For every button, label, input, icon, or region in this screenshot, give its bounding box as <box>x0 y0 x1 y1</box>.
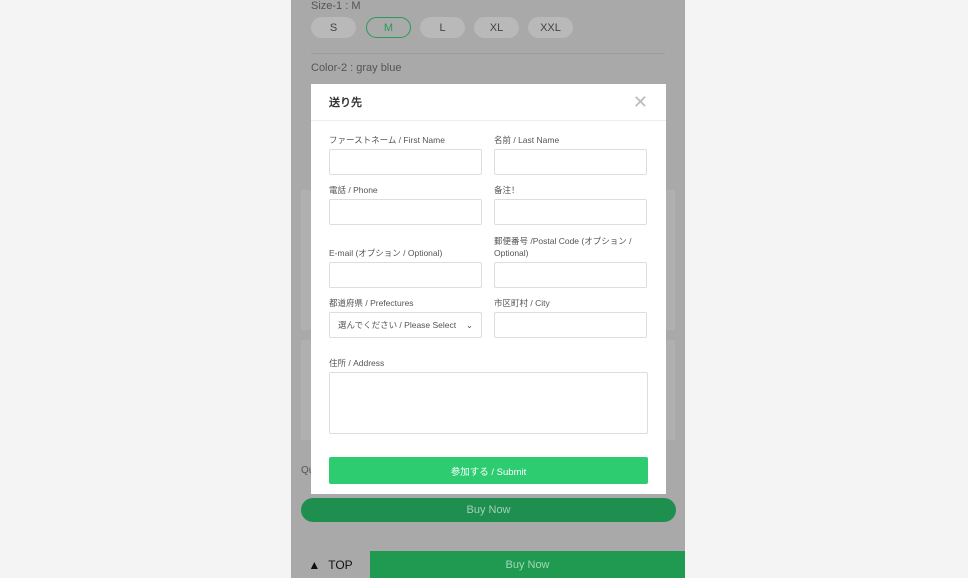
last-name-label: 名前 / Last Name <box>494 135 560 145</box>
note-input[interactable] <box>494 199 647 225</box>
postal-input[interactable] <box>494 262 647 288</box>
first-name-input[interactable] <box>329 149 482 175</box>
size-xl[interactable]: XL <box>474 17 519 38</box>
modal-title: 送り先 <box>329 97 362 109</box>
email-input[interactable] <box>329 262 482 288</box>
size-l[interactable]: L <box>420 17 465 38</box>
size-xxl[interactable]: XXL <box>528 17 573 38</box>
postal-label: 郵便番号 /Postal Code (オプション / Optional) <box>494 236 632 258</box>
prefecture-value: 選んでください / Please Select <box>338 320 457 330</box>
phone-input[interactable] <box>329 199 482 225</box>
triangle-up-icon: ▲ <box>308 557 321 572</box>
size-m[interactable]: M <box>366 17 411 38</box>
color-label: Color-2 : gray blue <box>311 62 402 74</box>
first-name-label: ファーストネーム / First Name <box>329 135 445 145</box>
note-label: 备注！ <box>494 185 520 195</box>
chevron-down-icon: ⌄ <box>465 319 473 330</box>
top-label: TOP <box>328 557 353 572</box>
prefecture-select[interactable]: 選んでください / Please Select ⌄ <box>329 312 482 338</box>
bottom-bar: ▲ TOP Buy Now <box>291 551 685 578</box>
submit-button[interactable]: 参加する / Submit <box>329 457 648 484</box>
close-icon[interactable]: ✕ <box>633 93 648 111</box>
size-s[interactable]: S <box>311 17 356 38</box>
modal-header: 送り先 ✕ <box>311 84 666 121</box>
phone-label: 電話 / Phone <box>329 185 378 195</box>
address-label: 住所 / Address <box>329 358 385 368</box>
bottom-buy-now-button[interactable]: Buy Now <box>370 551 685 578</box>
shipping-modal: 送り先 ✕ ファーストネーム / First Name 名前 / Last Na… <box>311 84 666 494</box>
last-name-input[interactable] <box>494 149 647 175</box>
divider <box>311 53 665 54</box>
prefecture-label: 都道府県 / Prefectures <box>329 298 414 308</box>
email-label: E-mail (オプション / Optional) <box>329 248 443 258</box>
buy-now-button[interactable]: Buy Now <box>301 498 676 522</box>
top-button[interactable]: ▲ TOP <box>291 551 370 578</box>
size-label: Size-1 : M <box>311 0 361 12</box>
address-textarea[interactable] <box>329 372 648 434</box>
city-input[interactable] <box>494 312 647 338</box>
city-label: 市区町村 / City <box>494 298 550 308</box>
